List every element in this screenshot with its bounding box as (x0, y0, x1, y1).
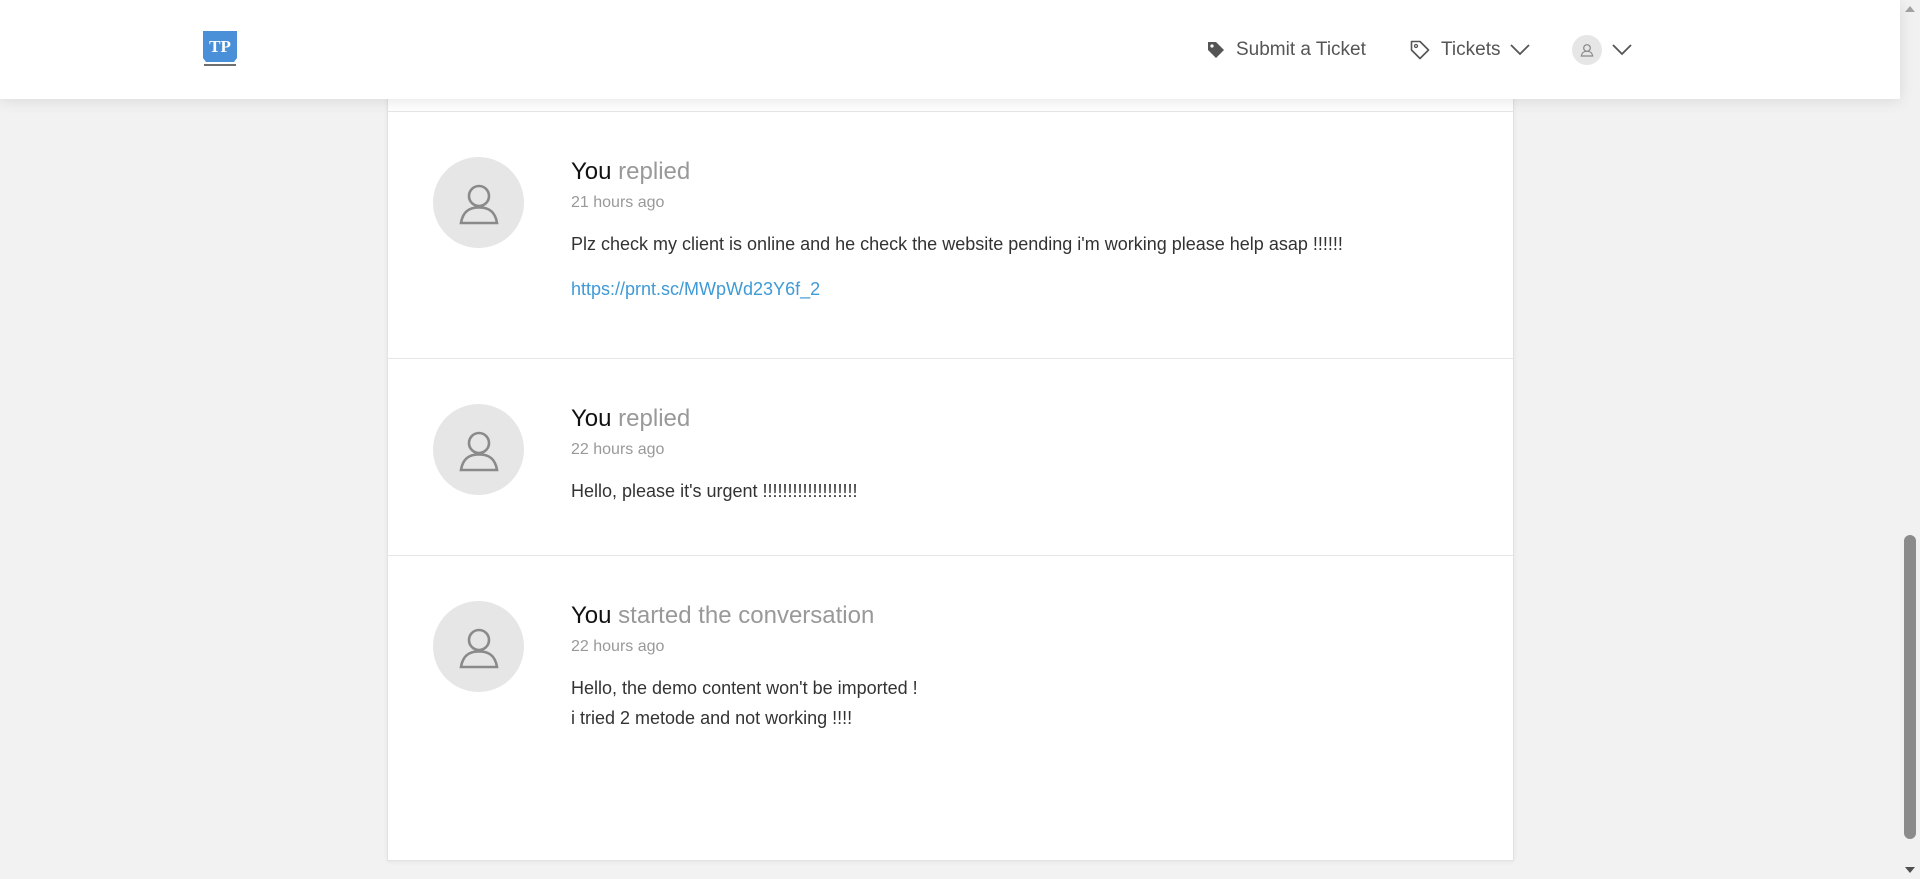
entry-title: You started the conversation (571, 601, 1473, 631)
user-icon (458, 184, 499, 224)
avatar (433, 404, 524, 495)
scroll-down-arrow-icon[interactable] (1905, 867, 1915, 873)
chevron-down-icon (1612, 43, 1632, 56)
entry-timestamp: 21 hours ago (571, 194, 665, 211)
message-line: i tried 2 metode and not working !!!! (571, 708, 853, 728)
top-header: TP Submit a Ticket Tickets (0, 0, 1900, 99)
tickets-label: Tickets (1441, 38, 1501, 60)
user-icon (1580, 43, 1594, 57)
entry-timestamp: 22 hours ago (571, 638, 665, 655)
entry-timestamp: 22 hours ago (571, 441, 665, 458)
entry-content: You started the conversation 22 hours ag… (571, 601, 1473, 733)
site-logo[interactable]: TP (202, 31, 238, 69)
conversation-card: You replied 21 hours ago Plz check my cl… (387, 0, 1514, 861)
avatar (433, 157, 524, 248)
vertical-scrollbar[interactable] (1900, 0, 1920, 879)
entry-author: You (571, 602, 612, 629)
tag-icon (1206, 40, 1226, 60)
user-avatar (1572, 34, 1602, 65)
entry-content: You replied 22 hours ago Hello, please i… (571, 404, 1473, 506)
entry-action: replied (618, 405, 691, 432)
entry-content: You replied 21 hours ago Plz check my cl… (571, 157, 1473, 300)
entry-action: started the conversation (618, 602, 875, 629)
submit-ticket-label: Submit a Ticket (1236, 38, 1366, 60)
tag-outline-icon (1409, 39, 1431, 61)
user-icon (458, 628, 499, 668)
avatar (433, 601, 524, 692)
entry-author: You (571, 405, 612, 432)
tickets-menu[interactable]: Tickets (1409, 0, 1531, 99)
entry-title: You replied (571, 404, 1473, 434)
scroll-thumb[interactable] (1904, 535, 1916, 839)
entry-message: Plz check my client is online and he che… (571, 234, 1343, 254)
entry-author: You (571, 158, 612, 185)
logo-text: TP (209, 37, 231, 56)
chevron-down-icon (1510, 43, 1531, 56)
entry-title: You replied (571, 157, 1473, 187)
scroll-up-arrow-icon[interactable] (1905, 6, 1915, 12)
user-menu[interactable] (1572, 0, 1632, 99)
conversation-entry: You started the conversation 22 hours ag… (388, 556, 1513, 806)
conversation-entry: You replied 22 hours ago Hello, please i… (388, 359, 1513, 556)
entry-action: replied (618, 158, 691, 185)
entry-message: Hello, please it's urgent !!!!!!!!!!!!!!… (571, 481, 858, 501)
conversation-entry: You replied 21 hours ago Plz check my cl… (388, 112, 1513, 359)
entry-message: Hello, the demo content won't be importe… (571, 673, 1473, 733)
attachment-link[interactable]: https://prnt.sc/MWpWd23Y6f_2 (571, 278, 820, 300)
message-line: Hello, the demo content won't be importe… (571, 678, 918, 698)
submit-ticket-link[interactable]: Submit a Ticket (1206, 0, 1366, 99)
user-icon (458, 431, 499, 471)
